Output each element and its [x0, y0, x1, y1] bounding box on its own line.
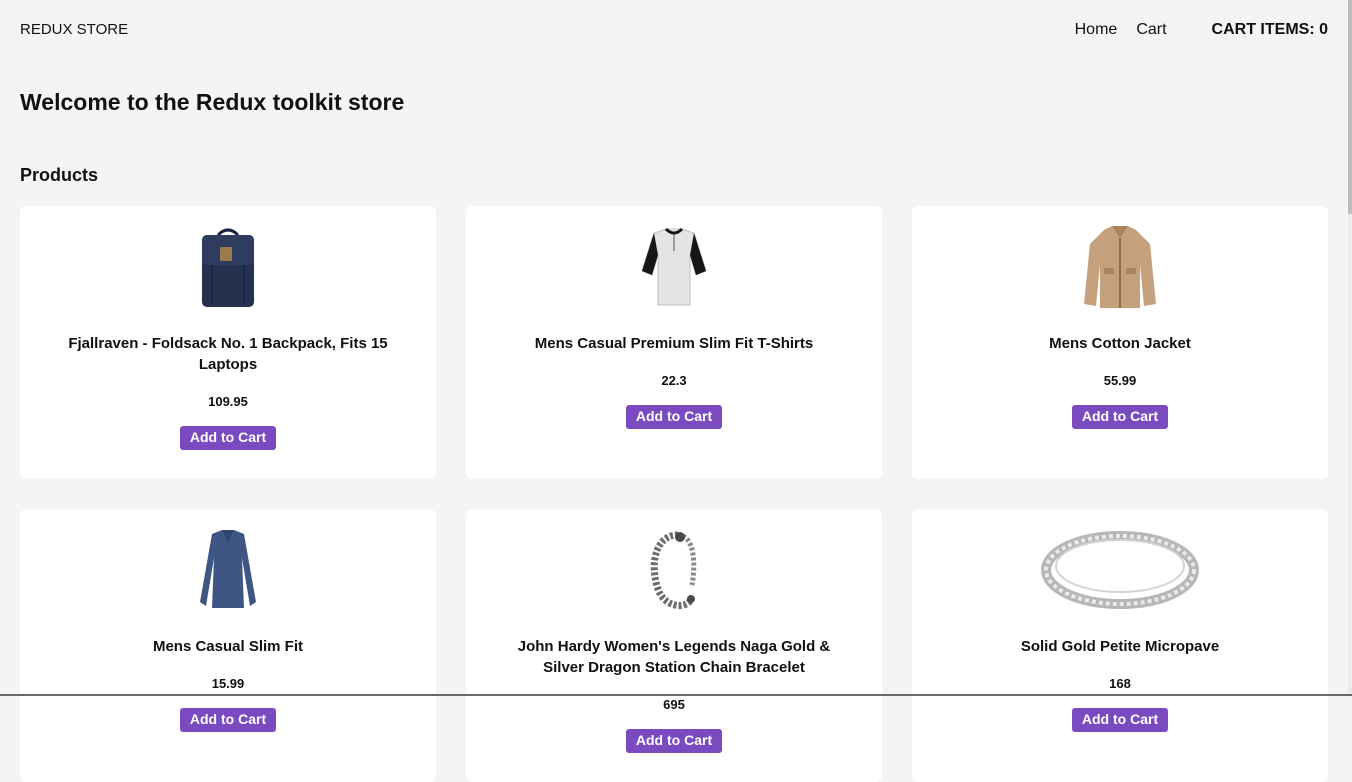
brand-logo[interactable]: REDUX STORE	[20, 21, 128, 38]
add-to-cart-button[interactable]: Add to Cart	[1071, 708, 1169, 732]
product-title: Mens Casual Premium Slim Fit T-Shirts	[534, 335, 814, 352]
product-title: Solid Gold Petite Micropave	[1020, 638, 1220, 655]
section-title: Products	[20, 165, 99, 185]
product-price: 168	[1109, 676, 1131, 691]
add-to-cart-button[interactable]: Add to Cart	[179, 708, 277, 732]
scrollbar-track[interactable]	[1348, 0, 1352, 696]
product-card: Fjallraven - Foldsack No. 1 Backpack, Fi…	[20, 206, 436, 479]
cart-items-count: CART ITEMS: 0	[1211, 21, 1328, 38]
product-price: 109.95	[208, 394, 248, 409]
backpack-icon	[128, 223, 328, 311]
nav-link-home[interactable]: Home	[1075, 21, 1118, 39]
product-card: John Hardy Women's Legends Naga Gold & S…	[466, 509, 882, 782]
product-price: 55.99	[1103, 373, 1137, 388]
long-sleeve-shirt-icon	[128, 526, 328, 614]
product-title: John Hardy Women's Legends Naga Gold & S…	[517, 638, 831, 676]
scrollbar-thumb[interactable]	[1348, 0, 1352, 214]
tshirt-icon	[574, 223, 774, 311]
product-card: Mens Casual Slim Fit 15.99 Add to Cart	[20, 509, 436, 782]
page-title: Welcome to the Redux toolkit store	[20, 89, 405, 115]
navbar: REDUX STORE Home Cart CART ITEMS: 0	[0, 0, 1348, 62]
ring-icon	[1020, 526, 1220, 614]
product-card: Solid Gold Petite Micropave 168 Add to C…	[912, 509, 1328, 782]
add-to-cart-button[interactable]: Add to Cart	[625, 405, 723, 429]
product-price: 695	[663, 697, 685, 712]
add-to-cart-button[interactable]: Add to Cart	[625, 729, 723, 753]
product-price: 15.99	[211, 676, 245, 691]
jacket-icon	[1020, 223, 1220, 311]
product-price: 22.3	[661, 373, 687, 388]
nav-links: Home Cart CART ITEMS: 0	[1075, 21, 1328, 39]
bracelet-icon	[574, 526, 774, 614]
product-title: Mens Casual Slim Fit	[152, 638, 304, 655]
product-title: Fjallraven - Foldsack No. 1 Backpack, Fi…	[68, 335, 388, 373]
product-title: Mens Cotton Jacket	[1049, 335, 1191, 352]
add-to-cart-button[interactable]: Add to Cart	[179, 426, 277, 450]
product-card: Mens Cotton Jacket 55.99 Add to Cart	[912, 206, 1328, 479]
product-card: Mens Casual Premium Slim Fit T-Shirts 22…	[466, 206, 882, 479]
nav-link-cart[interactable]: Cart	[1136, 21, 1166, 39]
add-to-cart-button[interactable]: Add to Cart	[1071, 405, 1169, 429]
